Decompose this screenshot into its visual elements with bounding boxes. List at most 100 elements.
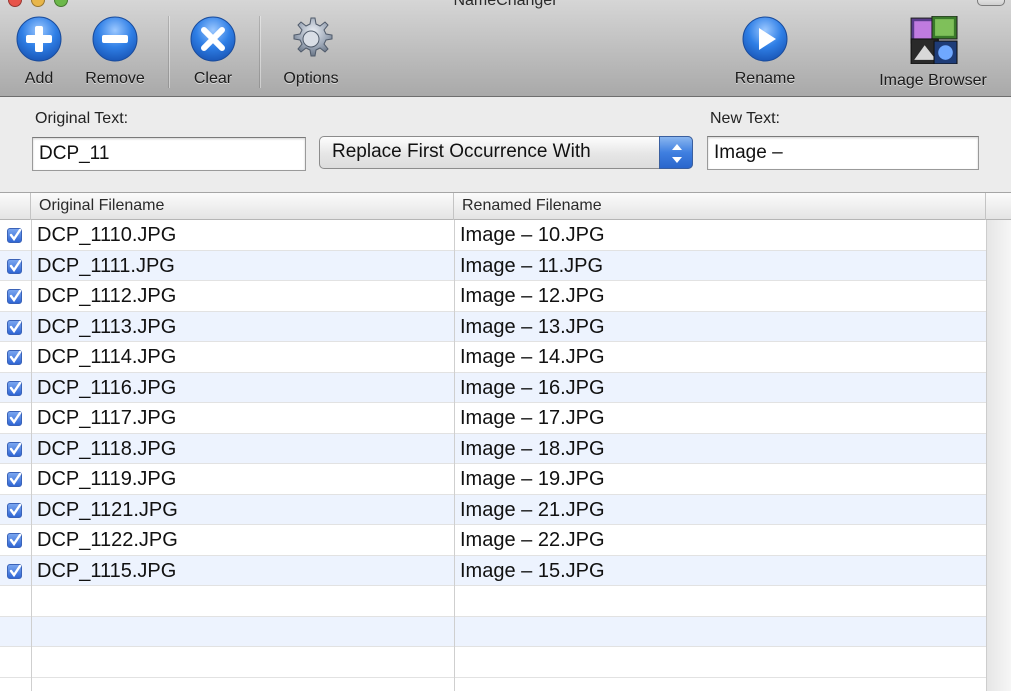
checkmark-icon [9, 412, 22, 425]
checkmark-icon [9, 351, 22, 364]
table-row[interactable]: DCP_1117.JPG Image – 17.JPG [0, 403, 986, 434]
original-filename-cell: DCP_1117.JPG [37, 407, 177, 429]
checkmark-icon [9, 473, 22, 486]
image-browser-button[interactable]: Image Browser [866, 16, 1000, 90]
renamed-filename-cell: Image – 22.JPG [460, 529, 605, 551]
table-row[interactable]: DCP_1113.JPG Image – 13.JPG [0, 311, 986, 342]
checkbox-column-header[interactable] [0, 193, 31, 220]
include-checkbox[interactable] [7, 289, 22, 304]
table-row[interactable]: DCP_1118.JPG Image – 18.JPG [0, 433, 986, 464]
original-filename-cell: DCP_1118.JPG [37, 437, 177, 460]
table-row[interactable]: DCP_1122.JPG Image – 22.JPG [0, 525, 986, 556]
renamed-filename-cell: Image – 11.JPG [460, 254, 604, 277]
renamed-filename-cell: Image – 15.JPG [460, 559, 605, 582]
original-filename-cell: DCP_1110.JPG [37, 224, 177, 246]
plus-circle-icon [16, 16, 62, 62]
renamed-filename-cell: Image – 16.JPG [460, 376, 605, 399]
window-title: NameChanger [453, 0, 558, 9]
renamed-filename-cell: Image – 13.JPG [460, 315, 605, 338]
image-browser-label: Image Browser [879, 72, 987, 89]
clear-label: Clear [193, 70, 233, 87]
renamed-filename-cell: Image – 18.JPG [460, 437, 605, 460]
table-row[interactable]: DCP_1112.JPG Image – 12.JPG [0, 281, 986, 312]
table-row[interactable]: DCP_1110.JPG Image – 10.JPG [0, 220, 986, 251]
original-filename-cell: DCP_1111.JPG [37, 254, 175, 277]
toolbar-separator [259, 16, 260, 88]
popup-arrows-icon [659, 136, 693, 169]
renamed-filename-cell: Image – 21.JPG [460, 498, 605, 521]
checkmark-icon [9, 534, 22, 547]
original-filename-cell: DCP_1122.JPG [37, 529, 178, 551]
gear-icon [293, 17, 333, 57]
rename-label: Rename [734, 70, 796, 87]
table-row[interactable]: DCP_1111.JPG Image – 11.JPG [0, 250, 986, 281]
original-filename-cell: DCP_1114.JPG [37, 346, 177, 368]
checkmark-icon [9, 503, 22, 516]
renamed-filename-cell: Image – 10.JPG [460, 224, 605, 246]
original-filename-column-header[interactable]: Original Filename [31, 193, 454, 220]
column-divider [31, 220, 32, 691]
new-text-label: New Text: [710, 110, 780, 127]
table-row[interactable]: DCP_1121.JPG Image – 21.JPG [0, 494, 986, 525]
include-checkbox[interactable] [7, 441, 22, 457]
options-button[interactable]: Options [276, 16, 346, 88]
add-label: Add [24, 70, 54, 87]
replace-mode-value: Replace First Occurrence With [332, 141, 591, 162]
renamed-filename-cell: Image – 19.JPG [460, 468, 605, 490]
table-row[interactable]: DCP_1115.JPG Image – 15.JPG [0, 555, 986, 586]
original-filename-cell: DCP_1119.JPG [37, 468, 177, 490]
table-body: DCP_1110.JPG Image – 10.JPG DCP_1111.JPG Im… [0, 220, 986, 678]
checkmark-icon [9, 564, 22, 577]
renamed-filename-cell: Image – 12.JPG [460, 285, 605, 307]
clear-button[interactable]: Clear [188, 16, 238, 88]
original-filename-cell: DCP_1113.JPG [37, 315, 177, 338]
checkmark-icon [9, 381, 22, 394]
toolbar-toggle-button[interactable] [977, 0, 1005, 6]
x-circle-icon [190, 16, 236, 62]
include-checkbox[interactable] [7, 350, 22, 365]
include-checkbox[interactable] [7, 563, 22, 579]
remove-label: Remove [85, 70, 145, 87]
table-row[interactable] [0, 616, 986, 647]
play-circle-icon [742, 16, 788, 62]
table-row[interactable] [0, 586, 986, 617]
include-checkbox[interactable] [7, 533, 22, 548]
original-filename-cell: DCP_1121.JPG [37, 498, 178, 521]
table-row[interactable]: DCP_1116.JPG Image – 16.JPG [0, 372, 986, 403]
column-divider [454, 220, 455, 691]
add-button[interactable]: Add [14, 16, 64, 88]
original-text-field[interactable]: DCP_11 [32, 137, 306, 171]
include-checkbox[interactable] [7, 258, 22, 274]
checkmark-icon [9, 442, 22, 455]
checkmark-icon [9, 290, 22, 303]
image-browser-icon [910, 16, 958, 64]
minus-circle-icon [92, 16, 138, 62]
checkmark-icon [9, 320, 22, 333]
vertical-scrollbar[interactable] [986, 220, 1011, 691]
original-filename-cell: DCP_1112.JPG [37, 285, 177, 307]
renamed-filename-column-header[interactable]: Renamed Filename [454, 193, 986, 220]
table-header: Original Filename Renamed Filename [0, 193, 1011, 220]
include-checkbox[interactable] [7, 502, 22, 518]
checkmark-icon [9, 259, 22, 272]
include-checkbox[interactable] [7, 411, 22, 426]
include-checkbox[interactable] [7, 319, 22, 335]
checkmark-icon [9, 229, 22, 242]
original-filename-cell: DCP_1116.JPG [37, 376, 177, 399]
toolbar-separator [168, 16, 169, 88]
filename-table: Original Filename Renamed Filename DCP_1… [0, 192, 1011, 691]
renamed-filename-cell: Image – 14.JPG [460, 346, 605, 368]
include-checkbox[interactable] [7, 228, 22, 243]
include-checkbox[interactable] [7, 472, 22, 487]
table-row[interactable] [0, 647, 986, 678]
new-text-field[interactable]: Image – [707, 136, 979, 170]
replace-mode-popup[interactable]: Replace First Occurrence With [319, 136, 693, 169]
remove-button[interactable]: Remove [80, 16, 150, 88]
original-text-label: Original Text: [35, 110, 129, 127]
table-row[interactable]: DCP_1114.JPG Image – 14.JPG [0, 342, 986, 373]
table-row[interactable]: DCP_1119.JPG Image – 19.JPG [0, 464, 986, 495]
rename-controls: Original Text: DCP_11 Replace First Occu… [0, 98, 1011, 192]
window-toolbar: NameChanger Add Remove Clear Options Ren… [0, 0, 1011, 97]
include-checkbox[interactable] [7, 380, 22, 396]
rename-button[interactable]: Rename [727, 16, 803, 88]
